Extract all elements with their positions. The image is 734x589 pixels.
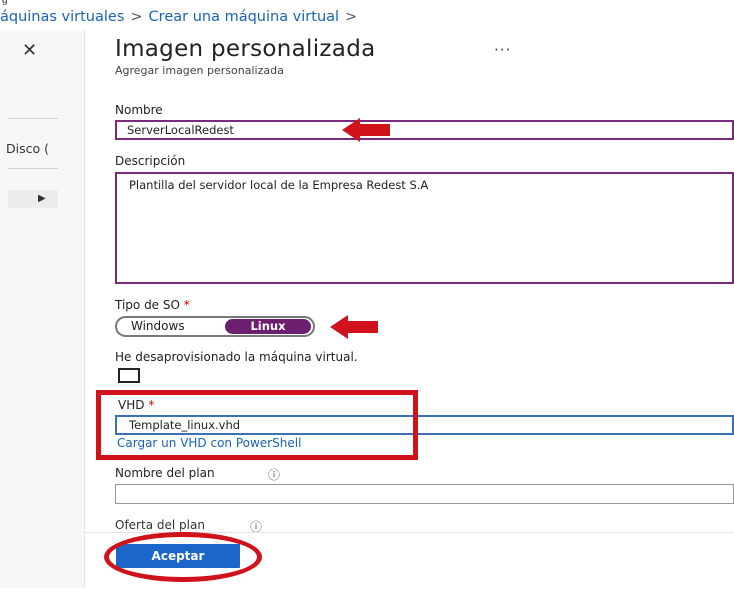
divider (8, 118, 58, 119)
deprovisioned-checkbox[interactable] (118, 368, 140, 383)
annotation-arrow-icon (330, 315, 378, 339)
description-label: Descripción (115, 154, 186, 168)
os-type-label: Tipo de SO * (115, 298, 190, 312)
info-icon[interactable]: ⓘ (268, 466, 280, 483)
description-textarea[interactable]: Plantilla del servidor local de la Empre… (115, 172, 734, 284)
os-option-linux-selected[interactable]: Linux (225, 319, 311, 334)
top-strip: g (0, 0, 734, 8)
more-options-icon[interactable]: ··· (494, 41, 511, 59)
background-blade (0, 30, 85, 588)
os-option-windows[interactable]: Windows (131, 319, 185, 333)
breadcrumb-create-vm-link[interactable]: Crear una máquina virtual (149, 9, 340, 25)
os-type-toggle[interactable]: Windows Linux (115, 316, 315, 337)
required-mark: * (183, 298, 190, 312)
breadcrumb-separator: > (345, 9, 358, 25)
annotation-highlight-box (96, 390, 418, 460)
collapsed-row[interactable] (8, 190, 58, 208)
name-label: Nombre (115, 103, 163, 117)
plan-name-input[interactable] (115, 484, 734, 504)
breadcrumb-virtual-machines-link[interactable]: áquinas virtuales (0, 9, 124, 25)
name-input[interactable] (115, 120, 734, 140)
plan-name-label: Nombre del plan (115, 466, 215, 480)
breadcrumb: áquinas virtuales > Crear una máquina virt… (0, 9, 363, 31)
triangle-right-icon[interactable]: ▶ (38, 193, 46, 204)
page-title: Imagen personalizada (115, 36, 376, 62)
page-subtitle: Agregar imagen personalizada (115, 64, 284, 77)
plan-offer-label: Oferta del plan (115, 518, 205, 532)
close-icon[interactable]: ✕ (22, 40, 37, 61)
divider (8, 168, 58, 169)
deprovisioned-label: He desaprovisionado la máquina virtual. (115, 350, 358, 364)
top-strip-glyph: g (2, 0, 8, 6)
annotation-ellipse (104, 532, 262, 582)
breadcrumb-separator: > (130, 9, 143, 25)
annotation-arrow-icon (342, 118, 390, 142)
os-type-label-text: Tipo de SO (115, 298, 180, 312)
disk-item-label: Disco ( (6, 141, 49, 156)
